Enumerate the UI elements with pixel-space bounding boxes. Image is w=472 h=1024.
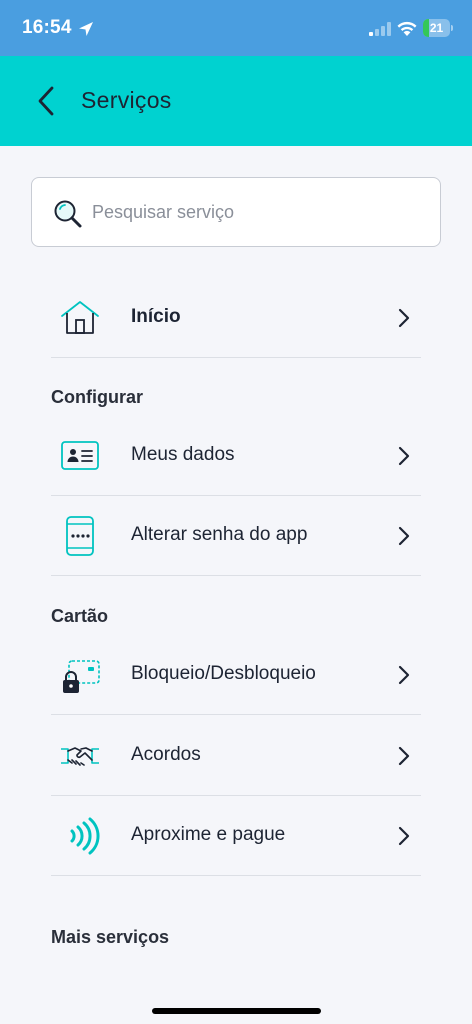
- phone-password-icon: [66, 516, 94, 556]
- location-arrow-icon: [79, 22, 93, 36]
- home-icon: [61, 301, 99, 334]
- chevron-right-icon: [398, 826, 410, 846]
- menu-item-label: Meus dados: [131, 444, 235, 465]
- wifi-icon: [397, 21, 417, 36]
- chevron-right-icon: [398, 665, 410, 685]
- menu-item-acordos[interactable]: Acordos: [51, 716, 421, 796]
- status-bar: 16:54 21: [0, 0, 472, 56]
- battery-charging-icon: 21: [423, 19, 453, 37]
- handshake-icon: [61, 747, 99, 766]
- menu-item-bloqueio[interactable]: Bloqueio/Desbloqueio: [51, 635, 421, 715]
- menu-item-label: Alterar senha do app: [131, 524, 308, 545]
- battery-level-text: 21: [429, 21, 444, 35]
- menu-item-label: Aproxime e pague: [131, 824, 286, 845]
- menu-item-label: Início: [131, 306, 181, 327]
- chevron-left-icon: [38, 86, 54, 116]
- chevron-right-icon: [398, 446, 410, 466]
- menu-item-label: Bloqueio/Desbloqueio: [131, 663, 316, 684]
- chevron-right-icon: [398, 308, 410, 328]
- back-button[interactable]: [28, 82, 64, 120]
- chevron-right-icon: [398, 746, 410, 766]
- home-indicator[interactable]: [152, 1008, 321, 1014]
- menu-item-alterar-senha[interactable]: Alterar senha do app: [51, 496, 421, 576]
- menu-item-aproxime-pague[interactable]: Aproxime e pague: [51, 796, 421, 876]
- section-title-configurar: Configurar: [51, 387, 143, 407]
- search-icon: [54, 200, 82, 228]
- search-box[interactable]: [31, 177, 441, 247]
- menu-item-inicio[interactable]: Início: [51, 278, 421, 358]
- contactless-icon: [70, 817, 100, 855]
- id-card-icon: [61, 441, 99, 470]
- search-input[interactable]: [92, 196, 422, 228]
- page-title: Serviços: [81, 87, 172, 113]
- section-title-mais-servicos: Mais serviços: [51, 927, 170, 947]
- section-title-cartao: Cartão: [51, 606, 109, 626]
- status-time: 16:54: [22, 17, 72, 38]
- cellular-signal-icon: [369, 22, 391, 36]
- menu-item-label: Acordos: [131, 744, 201, 765]
- card-lock-icon: [63, 660, 100, 693]
- menu-item-meus-dados[interactable]: Meus dados: [51, 416, 421, 496]
- chevron-right-icon: [398, 526, 410, 546]
- app-header: Serviços: [0, 56, 472, 146]
